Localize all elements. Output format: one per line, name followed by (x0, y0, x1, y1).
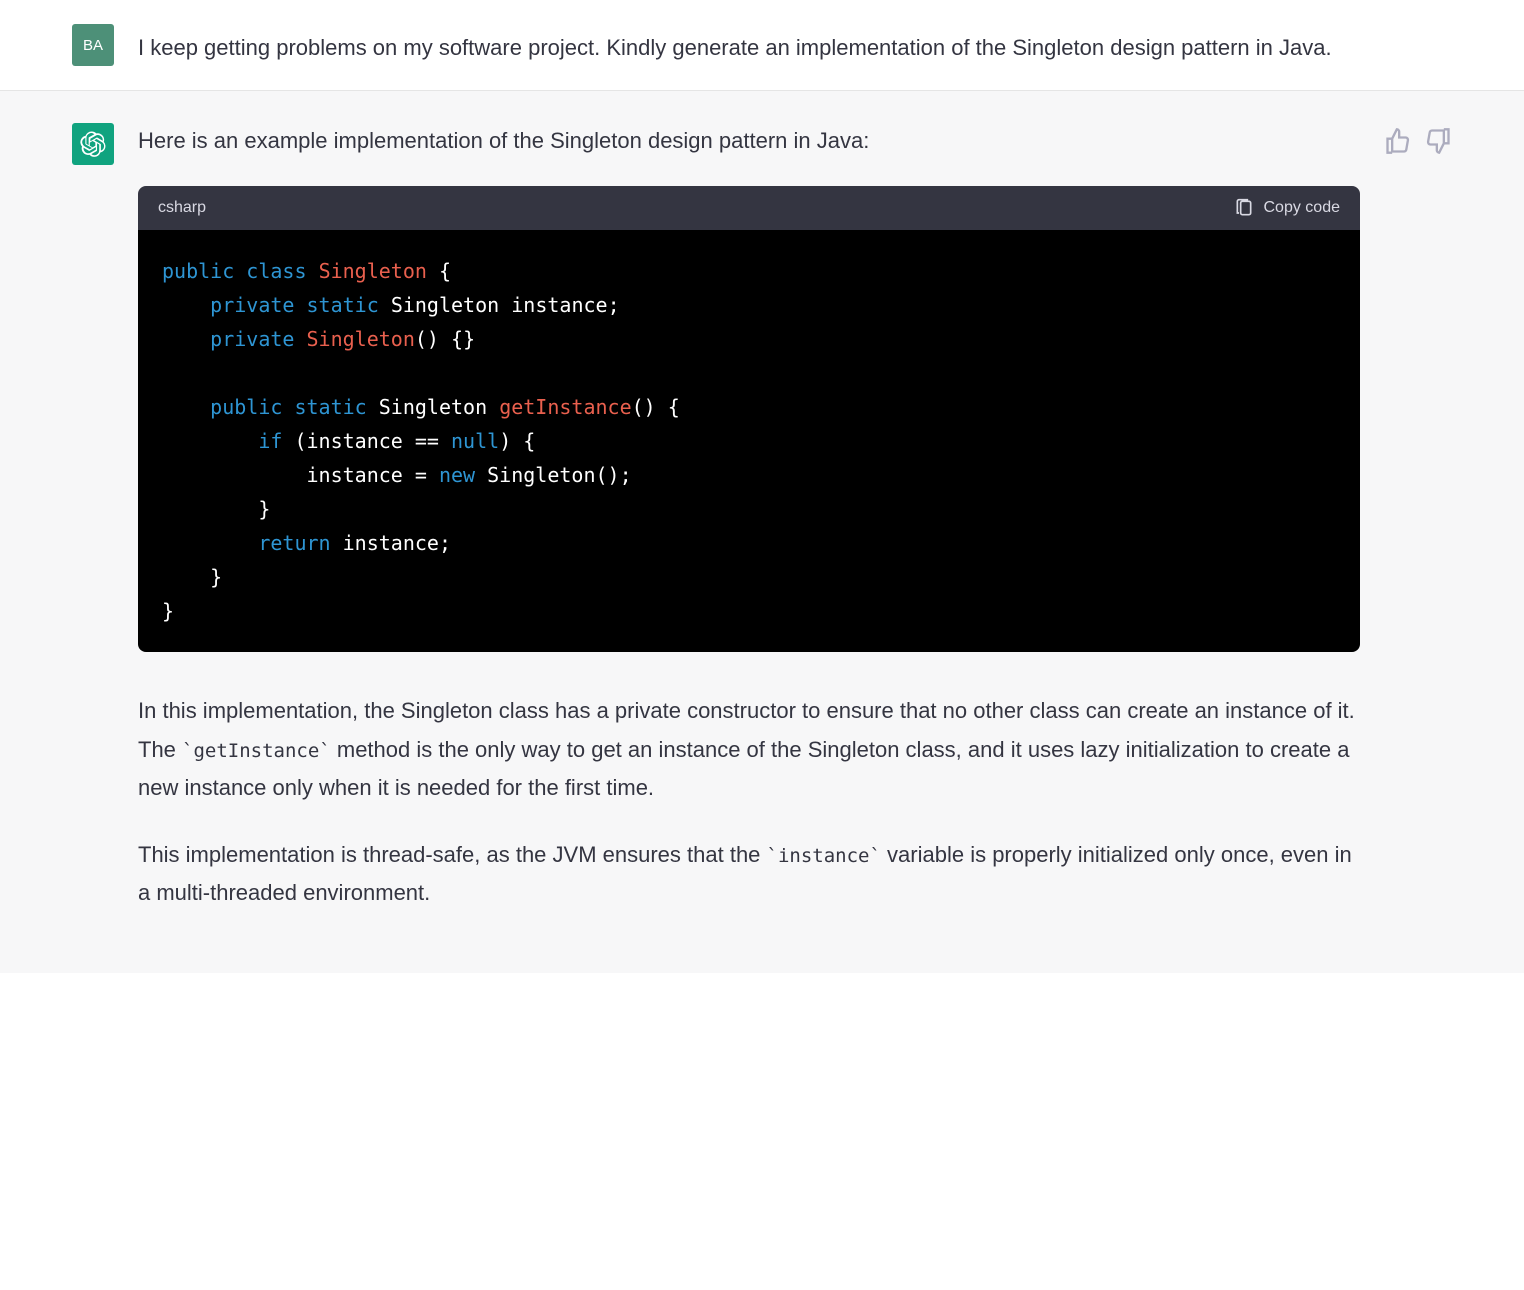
thumbs-down-icon (1424, 127, 1452, 155)
assistant-intro-text: Here is an example implementation of the… (138, 123, 1360, 158)
feedback-buttons (1384, 127, 1452, 155)
code-block: csharp Copy code public class Singleton … (138, 186, 1360, 652)
copy-code-label: Copy code (1264, 199, 1341, 217)
inline-code: `instance` (767, 845, 881, 867)
code-language-label: csharp (158, 199, 206, 217)
explanation-paragraph-2: This implementation is thread-safe, as t… (138, 836, 1360, 913)
thumbs-down-button[interactable] (1424, 127, 1452, 155)
user-message-text: I keep getting problems on my software p… (138, 24, 1452, 65)
user-message-row: BA I keep getting problems on my softwar… (0, 0, 1524, 91)
openai-logo-icon (80, 131, 106, 157)
assistant-avatar (72, 123, 114, 165)
code-content[interactable]: public class Singleton { private static … (138, 230, 1360, 652)
assistant-message-row: Here is an example implementation of the… (0, 91, 1524, 973)
user-avatar: BA (72, 24, 114, 66)
inline-code: `getInstance` (182, 740, 331, 762)
code-header: csharp Copy code (138, 186, 1360, 230)
copy-code-button[interactable]: Copy code (1234, 198, 1341, 218)
thumbs-up-button[interactable] (1384, 127, 1412, 155)
explanation-paragraph-1: In this implementation, the Singleton cl… (138, 692, 1360, 808)
thumbs-up-icon (1384, 127, 1412, 155)
clipboard-icon (1234, 198, 1254, 218)
